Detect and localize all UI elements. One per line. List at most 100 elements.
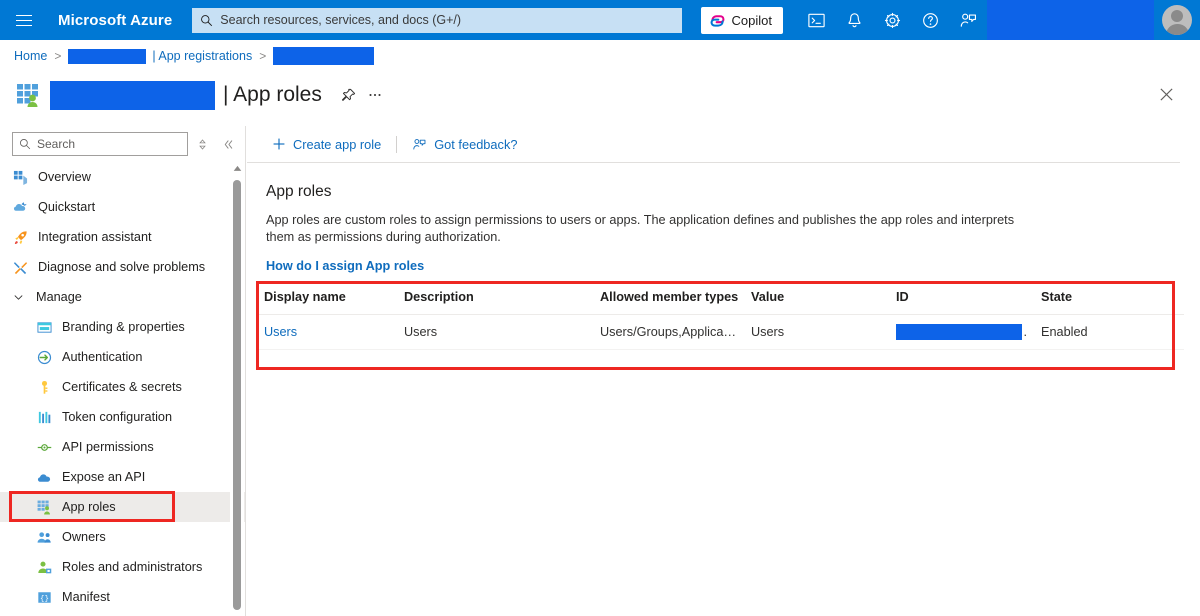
column-header-id[interactable]: ID bbox=[888, 282, 1033, 315]
settings-gear-icon[interactable] bbox=[873, 0, 911, 40]
cell-allowed-member-types: Users/Groups,Applicatio... bbox=[592, 314, 743, 350]
sidebar-item-label: API permissions bbox=[62, 440, 154, 454]
token-bars-icon bbox=[36, 409, 52, 425]
help-question-icon[interactable] bbox=[911, 0, 949, 40]
how-do-i-assign-app-roles-link[interactable]: How do I assign App roles bbox=[266, 259, 424, 273]
sidebar-item-certificates-secrets[interactable]: Certificates & secrets bbox=[0, 372, 245, 402]
pin-icon[interactable] bbox=[336, 82, 362, 108]
nav-search-placeholder: Search bbox=[37, 137, 76, 151]
cell-id: . bbox=[888, 314, 1033, 350]
sidebar-item-app-roles[interactable]: App roles bbox=[0, 492, 245, 522]
sidebar-item-api-permissions[interactable]: API permissions bbox=[0, 432, 245, 462]
sidebar-item-diagnose-and-solve-problems[interactable]: Diagnose and solve problems bbox=[0, 252, 245, 282]
column-header-display-name[interactable]: Display name bbox=[256, 282, 396, 315]
wrench-screwdriver-icon bbox=[12, 259, 28, 275]
breadcrumb-separator: > bbox=[54, 49, 62, 63]
global-search-placeholder: Search resources, services, and docs (G+… bbox=[220, 13, 462, 27]
global-search-input[interactable]: Search resources, services, and docs (G+… bbox=[192, 7, 683, 33]
notifications-bell-icon[interactable] bbox=[835, 0, 873, 40]
main-content-panel: Create app role Got feedback? App roles … bbox=[247, 126, 1200, 616]
sidebar-item-label: Diagnose and solve problems bbox=[38, 260, 206, 274]
key-icon bbox=[36, 379, 52, 395]
column-header-allowed-member-types[interactable]: Allowed member types bbox=[592, 282, 743, 315]
copilot-label: Copilot bbox=[731, 12, 772, 28]
sidebar-item-manifest[interactable]: {} Manifest bbox=[0, 582, 245, 612]
copilot-icon bbox=[710, 14, 725, 27]
nav-search-row: Search bbox=[0, 126, 245, 162]
nav-search-input[interactable]: Search bbox=[12, 132, 188, 156]
cloud-shell-icon[interactable] bbox=[797, 0, 835, 40]
column-header-value[interactable]: Value bbox=[743, 282, 888, 315]
blade-title-redacted bbox=[50, 80, 215, 110]
account-avatar-button[interactable] bbox=[1154, 0, 1200, 40]
sidebar-item-quickstart[interactable]: Quickstart bbox=[0, 192, 245, 222]
avatar bbox=[1162, 5, 1192, 35]
top-bar-actions: Copilot bbox=[700, 0, 1200, 40]
scroll-up-icon[interactable] bbox=[232, 162, 242, 174]
breadcrumb-app-registrations-link[interactable]: | App registrations bbox=[152, 49, 252, 63]
sidebar-item-label: Roles and administrators bbox=[62, 560, 203, 574]
azure-brand-logo[interactable]: Microsoft Azure bbox=[58, 12, 172, 29]
roles-admin-icon bbox=[36, 559, 52, 575]
sidebar-item-expose-an-api[interactable]: Expose an API bbox=[0, 462, 245, 492]
sidebar-item-integration-assistant[interactable]: Integration assistant bbox=[0, 222, 245, 252]
owners-people-icon bbox=[36, 529, 52, 545]
close-icon[interactable] bbox=[1150, 78, 1182, 110]
sidebar-item-token-configuration[interactable]: Token configuration bbox=[0, 402, 245, 432]
sidebar-item-label: Owners bbox=[62, 530, 106, 544]
sidebar-item-roles-and-administrators[interactable]: Roles and administrators bbox=[0, 552, 245, 582]
command-toolbar: Create app role Got feedback? bbox=[247, 126, 1180, 163]
hamburger-menu-icon[interactable] bbox=[0, 0, 48, 40]
app-roles-icon bbox=[36, 499, 52, 515]
sidebar-item-authentication[interactable]: Authentication bbox=[0, 342, 245, 372]
sidebar-item-label: Overview bbox=[38, 170, 91, 184]
sidebar-item-overview[interactable]: Overview bbox=[0, 162, 245, 192]
sidebar-scrollbar[interactable] bbox=[230, 162, 244, 616]
sort-icon[interactable] bbox=[192, 133, 214, 155]
sidebar-item-label: Manifest bbox=[62, 590, 110, 604]
expose-api-cloud-icon bbox=[36, 469, 52, 485]
toolbar-divider bbox=[396, 135, 398, 153]
column-header-state[interactable]: State bbox=[1033, 282, 1184, 315]
manifest-braces-icon: {} bbox=[36, 589, 52, 605]
table-row[interactable]: Users Users Users/Groups,Applicatio... U… bbox=[256, 314, 1184, 350]
cell-display-name[interactable]: Users bbox=[256, 314, 396, 350]
nav-item-list: Overview Quickstart Integration assistan… bbox=[0, 162, 245, 612]
sidebar-group-manage[interactable]: Manage bbox=[0, 282, 245, 312]
overview-grid-icon bbox=[12, 169, 28, 185]
cell-description: Users bbox=[396, 314, 592, 350]
top-navigation-bar: Microsoft Azure Search resources, servic… bbox=[0, 0, 1200, 40]
sidebar-item-label: Token configuration bbox=[62, 410, 173, 424]
api-permissions-icon bbox=[36, 439, 52, 455]
app-roles-table: Display name Description Allowed member … bbox=[256, 282, 1184, 371]
collapse-chevrons-icon[interactable] bbox=[217, 133, 239, 155]
scrollbar-thumb[interactable] bbox=[233, 180, 241, 610]
copilot-button[interactable]: Copilot bbox=[700, 6, 783, 34]
sidebar-item-label: Authentication bbox=[62, 350, 143, 364]
authentication-arrow-icon bbox=[36, 349, 52, 365]
blade-header: | App roles bbox=[0, 72, 1200, 118]
sidebar-item-owners[interactable]: Owners bbox=[0, 522, 245, 552]
feedback-person-icon[interactable] bbox=[949, 0, 987, 40]
breadcrumb-separator-2: > bbox=[259, 49, 267, 63]
rocket-icon bbox=[12, 229, 28, 245]
feedback-person-icon bbox=[412, 137, 427, 152]
page-title: | App roles bbox=[223, 83, 322, 106]
got-feedback-button[interactable]: Got feedback? bbox=[406, 130, 523, 158]
quickstart-cloud-icon bbox=[12, 199, 28, 215]
create-app-role-button[interactable]: Create app role bbox=[266, 130, 387, 158]
sidebar-item-branding-properties[interactable]: Branding & properties bbox=[0, 312, 245, 342]
create-app-role-label: Create app role bbox=[293, 136, 382, 152]
search-icon bbox=[20, 139, 31, 150]
section-heading: App roles bbox=[266, 183, 332, 200]
blade-title-actions bbox=[336, 82, 388, 108]
account-info-redacted bbox=[987, 0, 1154, 40]
got-feedback-label: Got feedback? bbox=[434, 136, 518, 152]
breadcrumb-home-link[interactable]: Home bbox=[14, 49, 47, 63]
search-icon bbox=[200, 14, 213, 27]
table-header-row: Display name Description Allowed member … bbox=[256, 282, 1184, 315]
ellipsis-icon[interactable] bbox=[362, 82, 388, 108]
sidebar-item-label: Expose an API bbox=[62, 470, 146, 484]
column-header-description[interactable]: Description bbox=[396, 282, 592, 315]
sidebar-item-label: Branding & properties bbox=[62, 320, 185, 334]
